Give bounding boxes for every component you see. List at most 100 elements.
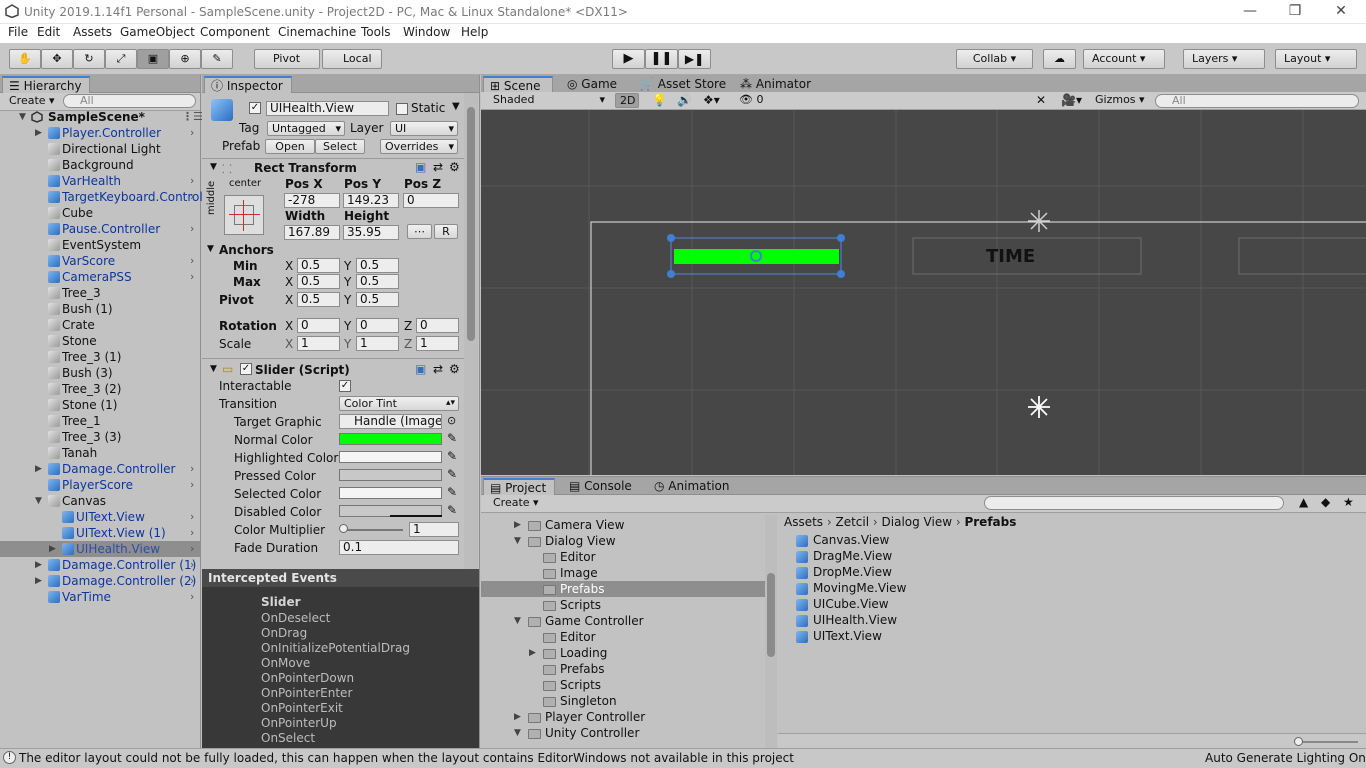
- tab-console[interactable]: ▤ Console: [563, 478, 638, 495]
- anchor-min-y-field[interactable]: 0.5: [356, 258, 399, 273]
- open-prefab-chevron-icon[interactable]: ›: [190, 477, 194, 493]
- project-folder-item[interactable]: ▶ Player Controller: [481, 709, 766, 725]
- scene-root-row[interactable]: ▼ SampleScene* ⋮☰: [0, 109, 203, 125]
- 2d-toggle[interactable]: 2D: [615, 93, 639, 108]
- hierarchy-item[interactable]: Directional Light: [0, 141, 200, 157]
- rotation-z-field[interactable]: 0: [416, 318, 459, 333]
- object-picker-icon[interactable]: ⊙: [447, 414, 456, 427]
- hierarchy-item[interactable]: VarTime ›: [0, 589, 200, 605]
- filter-label-icon[interactable]: ◆: [1321, 495, 1330, 509]
- static-checkbox[interactable]: [396, 103, 408, 115]
- filter-type-icon[interactable]: ▲: [1299, 495, 1308, 509]
- hierarchy-item[interactable]: EventSystem: [0, 237, 200, 253]
- asset-item[interactable]: Canvas.View: [796, 533, 889, 547]
- hierarchy-item[interactable]: VarHealth ›: [0, 173, 200, 189]
- menu-help[interactable]: Help: [461, 25, 488, 39]
- inspector-scrollbar[interactable]: [464, 93, 478, 569]
- collapse-arrow-icon[interactable]: ▼: [514, 613, 521, 629]
- hierarchy-item[interactable]: Background: [0, 157, 200, 173]
- camera-icon[interactable]: 🎥▾: [1061, 93, 1082, 107]
- project-folder-item[interactable]: Prefabs: [481, 661, 766, 677]
- posx-field[interactable]: -278: [284, 193, 340, 208]
- hierarchy-item[interactable]: Crate: [0, 317, 200, 333]
- scene-viewport[interactable]: TIME: [481, 110, 1366, 475]
- pivot-toggle[interactable]: Pivot: [254, 49, 320, 69]
- transition-dropdown[interactable]: Color Tint ▴▾: [339, 396, 459, 411]
- posy-field[interactable]: 149.23: [343, 193, 399, 208]
- hidden-objects-icon[interactable]: 👁 0: [739, 93, 763, 106]
- height-field[interactable]: 35.95: [343, 225, 399, 240]
- open-prefab-chevron-icon[interactable]: ›: [190, 589, 194, 605]
- scale-z-field[interactable]: 1: [416, 336, 459, 351]
- hierarchy-item[interactable]: Pause.Controller ›: [0, 221, 200, 237]
- expand-arrow-icon[interactable]: ▶: [529, 645, 536, 661]
- active-checkbox[interactable]: ✓: [249, 102, 261, 114]
- effects-icon[interactable]: ❖▾: [703, 93, 720, 107]
- move-tool-button[interactable]: ✥: [41, 49, 73, 69]
- play-button[interactable]: ▶: [612, 49, 645, 69]
- tab-project[interactable]: ▤ Project: [483, 478, 555, 495]
- expand-arrow-icon[interactable]: ▶: [35, 557, 42, 573]
- expand-arrow-icon[interactable]: ▶: [514, 709, 521, 725]
- project-folder-item[interactable]: Image: [481, 565, 766, 581]
- asset-item[interactable]: DragMe.View: [796, 549, 892, 563]
- asset-item[interactable]: UICube.View: [796, 597, 889, 611]
- project-tree-scroll-thumb[interactable]: [767, 573, 775, 657]
- eyedropper-icon[interactable]: ✎: [447, 449, 457, 463]
- tab-animator[interactable]: ⁂ Animator: [734, 76, 817, 93]
- anchor-max-y-field[interactable]: 0.5: [356, 274, 399, 289]
- static-dropdown-icon[interactable]: ▼: [452, 101, 460, 112]
- hierarchy-item[interactable]: Tree_3: [0, 285, 200, 301]
- eyedropper-icon[interactable]: ✎: [447, 485, 457, 499]
- hierarchy-item[interactable]: Tree_1: [0, 413, 200, 429]
- asset-item[interactable]: UIHealth.View: [796, 613, 897, 627]
- rotation-y-field[interactable]: 0: [356, 318, 399, 333]
- eyedropper-icon[interactable]: ✎: [447, 431, 457, 445]
- open-prefab-chevron-icon[interactable]: ›: [190, 525, 194, 541]
- slider-foldout-icon[interactable]: ▼: [210, 364, 217, 374]
- tab-inspector[interactable]: ⓘ Inspector: [204, 76, 292, 93]
- blueprint-mode-button[interactable]: ⋯: [407, 224, 432, 239]
- raw-edit-button[interactable]: R: [434, 224, 458, 239]
- layers-dropdown[interactable]: Layers ▾: [1183, 49, 1265, 69]
- hierarchy-create-button[interactable]: Create ▾: [5, 94, 59, 109]
- help-icon[interactable]: ▣: [415, 362, 426, 376]
- hierarchy-item[interactable]: UIText.View (1) ›: [0, 525, 200, 541]
- custom-tool-button[interactable]: ✎: [201, 49, 233, 69]
- hierarchy-item[interactable]: ▶ Player.Controller ›: [0, 125, 200, 141]
- menu-edit[interactable]: Edit: [37, 25, 60, 39]
- prefab-open-button[interactable]: Open: [265, 139, 315, 154]
- project-search-input[interactable]: [984, 496, 1284, 510]
- hierarchy-item[interactable]: CameraPSS ›: [0, 269, 200, 285]
- target-graphic-field[interactable]: Handle (Image: [339, 414, 442, 429]
- favorite-star-icon[interactable]: ★: [1343, 495, 1354, 509]
- local-toggle[interactable]: Local: [322, 49, 382, 69]
- status-message[interactable]: The editor layout could not be fully loa…: [19, 751, 794, 765]
- menu-cinemachine[interactable]: Cinemachine: [278, 25, 356, 39]
- hierarchy-item[interactable]: ▶ Damage.Controller (2) ›: [0, 573, 200, 589]
- object-name-field[interactable]: UIHealth.View: [266, 101, 389, 116]
- collapse-arrow-icon[interactable]: ▼: [514, 725, 521, 741]
- hierarchy-item[interactable]: Tanah: [0, 445, 200, 461]
- scale-tool-button[interactable]: ⤢: [105, 49, 137, 69]
- color-multiplier-field[interactable]: 1: [409, 522, 459, 537]
- menu-file[interactable]: File: [8, 25, 28, 39]
- slider-enabled-checkbox[interactable]: ✓: [240, 363, 252, 375]
- asset-item[interactable]: UIText.View: [796, 629, 882, 643]
- rotation-x-field[interactable]: 0: [297, 318, 340, 333]
- rect-tool-button[interactable]: ▣: [137, 49, 169, 69]
- pause-button[interactable]: ❚❚: [645, 49, 678, 69]
- settings-gear-icon[interactable]: ⚙: [449, 160, 460, 174]
- hierarchy-item[interactable]: Tree_3 (1): [0, 349, 200, 365]
- scene-tools-icon[interactable]: ✕: [1036, 93, 1046, 107]
- project-folder-item[interactable]: Scripts: [481, 677, 766, 693]
- menu-assets[interactable]: Assets: [73, 25, 112, 39]
- minimize-button[interactable]: —: [1227, 0, 1273, 24]
- scene-menu-icon[interactable]: ⋮☰: [182, 109, 203, 125]
- anchor-max-x-field[interactable]: 0.5: [297, 274, 340, 289]
- project-create-button[interactable]: Create ▾: [489, 496, 539, 511]
- rect-foldout-icon[interactable]: ▼: [210, 162, 217, 172]
- eyedropper-icon[interactable]: ✎: [447, 467, 457, 481]
- open-prefab-chevron-icon[interactable]: ›: [190, 189, 194, 205]
- expand-arrow-icon[interactable]: ▶: [35, 573, 42, 589]
